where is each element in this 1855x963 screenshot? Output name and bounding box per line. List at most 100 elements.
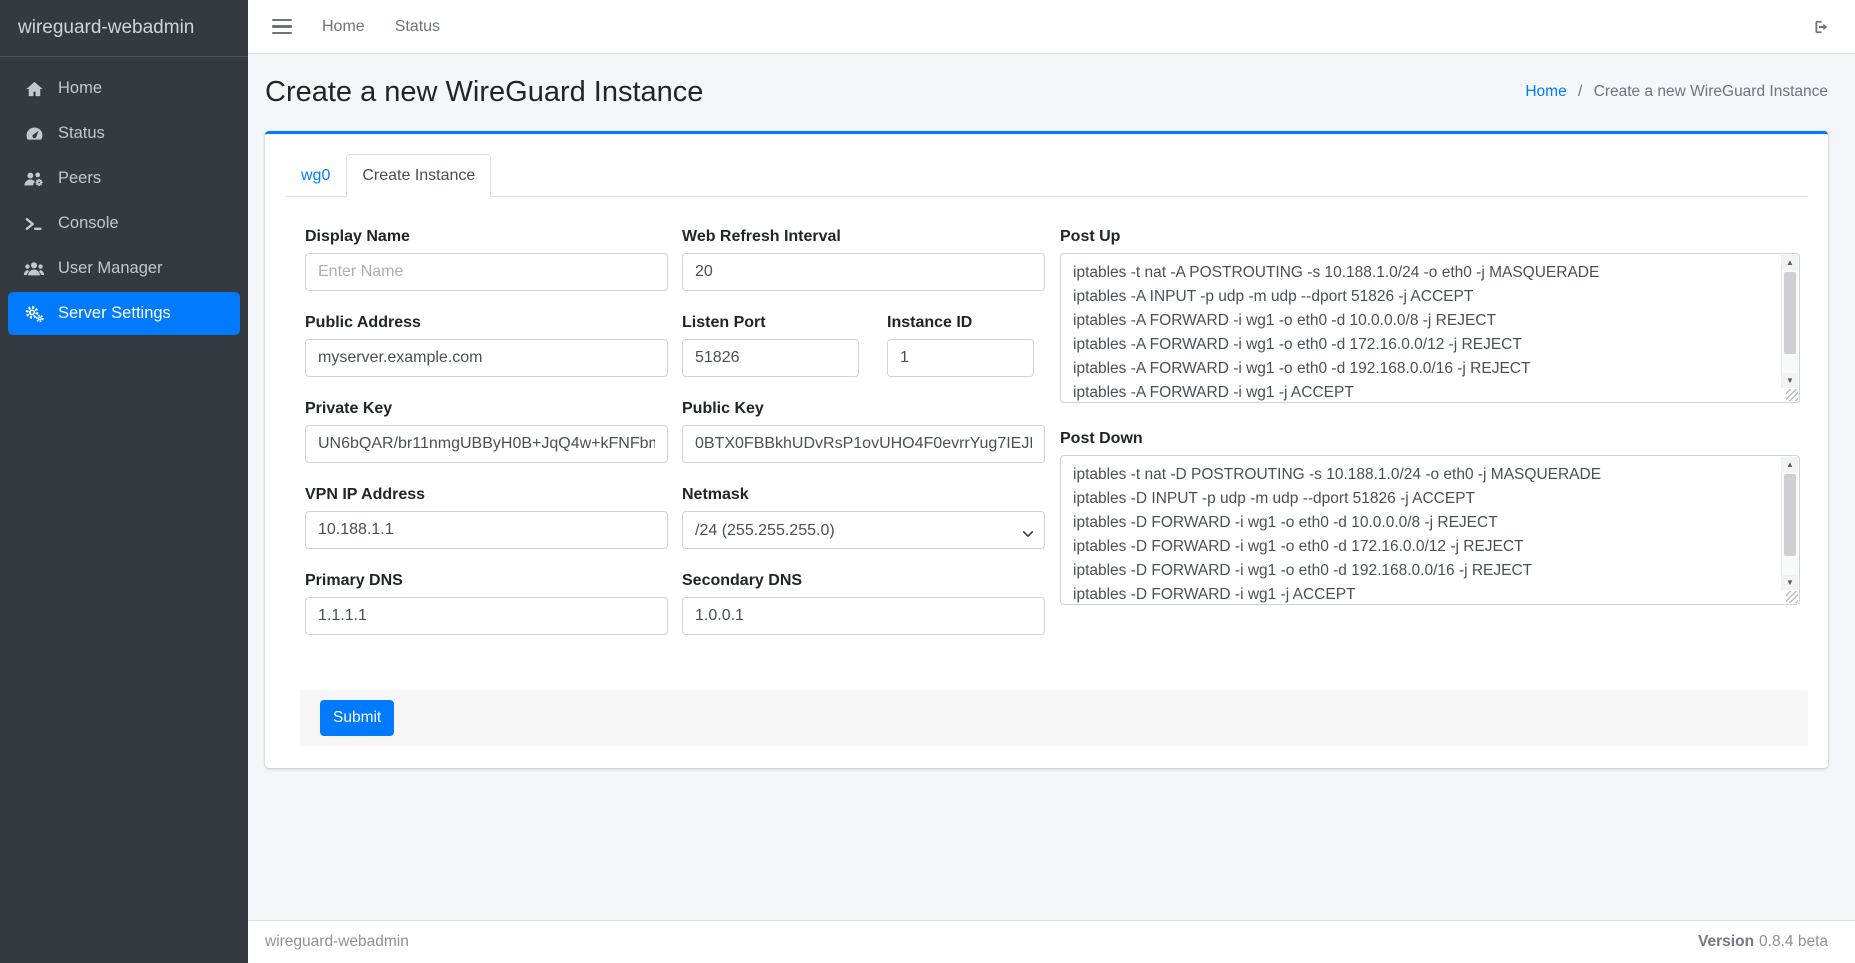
public-address-label: Public Address xyxy=(305,313,668,332)
footer-version-value: 0.8.4 beta xyxy=(1759,933,1828,951)
secondary-dns-label: Secondary DNS xyxy=(682,571,1045,590)
scrollbar-thumb[interactable] xyxy=(1784,474,1796,556)
page-footer: wireguard-webadmin Version 0.8.4 beta xyxy=(248,920,1855,963)
netmask-label: Netmask xyxy=(682,485,1045,504)
left-form-columns: Display Name Web Refresh Interval Public… xyxy=(305,227,1045,657)
breadcrumb-separator: / xyxy=(1578,83,1582,100)
private-key-label: Private Key xyxy=(305,399,668,418)
instance-tabs: wg0 Create Instance xyxy=(285,154,1808,197)
page-header: Create a new WireGuard Instance Home / C… xyxy=(265,68,1828,116)
private-key-group: Private Key xyxy=(305,399,668,463)
instance-card: wg0 Create Instance Display Name Web Ref… xyxy=(265,131,1828,768)
tab-create-instance[interactable]: Create Instance xyxy=(346,154,491,197)
public-key-input[interactable] xyxy=(682,425,1045,463)
instance-form: Display Name Web Refresh Interval Public… xyxy=(285,197,1808,657)
primary-dns-label: Primary DNS xyxy=(305,571,668,590)
post-down-wrap: iptables -t nat -D POSTROUTING -s 10.188… xyxy=(1060,455,1800,605)
sidebar: wireguard-webadmin Home Status Peers Con… xyxy=(0,0,248,963)
web-refresh-group: Web Refresh Interval xyxy=(682,227,1045,291)
primary-dns-group: Primary DNS xyxy=(305,571,668,635)
post-up-wrap: iptables -t nat -A POSTROUTING -s 10.188… xyxy=(1060,253,1800,403)
post-down-textarea[interactable]: iptables -t nat -D POSTROUTING -s 10.188… xyxy=(1061,456,1780,604)
sidebar-item-label: Home xyxy=(58,79,102,98)
listen-port-group: Listen Port xyxy=(682,313,859,377)
cogs-icon xyxy=(22,304,46,324)
sidebar-item-label: Console xyxy=(58,214,119,233)
resize-grip-icon[interactable] xyxy=(1786,389,1798,401)
sign-out-icon[interactable] xyxy=(1812,17,1834,37)
scroll-down-arrow-icon[interactable]: ▼ xyxy=(1782,575,1798,590)
sidebar-item-home[interactable]: Home xyxy=(8,67,240,110)
primary-dns-input[interactable] xyxy=(305,597,668,635)
scroll-down-arrow-icon[interactable]: ▼ xyxy=(1782,373,1798,388)
terminal-icon xyxy=(22,214,46,234)
public-key-label: Public Key xyxy=(682,399,1045,418)
top-navbar: Home Status xyxy=(248,0,1855,54)
public-address-input[interactable] xyxy=(305,339,668,377)
breadcrumb-home-link[interactable]: Home xyxy=(1525,83,1566,100)
card-body: wg0 Create Instance Display Name Web Ref… xyxy=(265,134,1828,768)
instance-id-group: Instance ID xyxy=(887,313,1034,377)
post-up-group: Post Up iptables -t nat -A POSTROUTING -… xyxy=(1060,227,1800,403)
listen-port-input[interactable] xyxy=(682,339,859,377)
web-refresh-input[interactable] xyxy=(682,253,1045,291)
breadcrumb: Home / Create a new WireGuard Instance xyxy=(1525,83,1828,101)
post-up-scrollbar[interactable]: ▲ ▼ xyxy=(1781,255,1798,388)
right-form-column: Post Up iptables -t nat -A POSTROUTING -… xyxy=(1060,227,1800,657)
sidebar-item-peers[interactable]: Peers xyxy=(8,157,240,200)
post-up-label: Post Up xyxy=(1060,227,1800,246)
scroll-up-arrow-icon[interactable]: ▲ xyxy=(1782,457,1798,472)
instance-id-input[interactable] xyxy=(887,339,1034,377)
sidebar-item-status[interactable]: Status xyxy=(8,112,240,155)
brand-title[interactable]: wireguard-webadmin xyxy=(0,0,248,57)
submit-button[interactable]: Submit xyxy=(320,700,394,736)
vpn-ip-group: VPN IP Address xyxy=(305,485,668,549)
display-name-label: Display Name xyxy=(305,227,668,246)
post-down-label: Post Down xyxy=(1060,429,1800,448)
sidebar-item-label: User Manager xyxy=(58,259,163,278)
port-instance-row: Listen Port Instance ID xyxy=(682,313,1045,377)
topnav-link-home[interactable]: Home xyxy=(322,18,365,36)
content-wrapper: Create a new WireGuard Instance Home / C… xyxy=(248,54,1855,920)
public-key-group: Public Key xyxy=(682,399,1045,463)
home-icon xyxy=(22,79,46,99)
post-down-group: Post Down iptables -t nat -D POSTROUTING… xyxy=(1060,429,1800,605)
page-title: Create a new WireGuard Instance xyxy=(265,76,703,109)
instance-id-label: Instance ID xyxy=(887,313,1034,332)
sidebar-item-user-manager[interactable]: User Manager xyxy=(8,247,240,290)
vpn-ip-input[interactable] xyxy=(305,511,668,549)
topnav-link-status[interactable]: Status xyxy=(395,18,440,36)
sidebar-item-server-settings[interactable]: Server Settings xyxy=(8,292,240,335)
display-name-group: Display Name xyxy=(305,227,668,291)
sidebar-item-console[interactable]: Console xyxy=(8,202,240,245)
form-footer-strip: Submit xyxy=(300,690,1808,746)
display-name-input[interactable] xyxy=(305,253,668,291)
sidebar-menu: Home Status Peers Console User Manager xyxy=(0,57,248,345)
users-icon xyxy=(22,259,46,279)
secondary-dns-input[interactable] xyxy=(682,597,1045,635)
footer-version-label: Version xyxy=(1698,933,1754,951)
listen-port-label: Listen Port xyxy=(682,313,859,332)
private-key-input[interactable] xyxy=(305,425,668,463)
scrollbar-thumb[interactable] xyxy=(1784,272,1796,354)
netmask-select[interactable]: /24 (255.255.255.0) xyxy=(682,511,1045,549)
vpn-ip-label: VPN IP Address xyxy=(305,485,668,504)
footer-app-name: wireguard-webadmin xyxy=(265,933,409,951)
post-down-scrollbar[interactable]: ▲ ▼ xyxy=(1781,457,1798,590)
gauge-icon xyxy=(22,124,46,144)
resize-grip-icon[interactable] xyxy=(1786,591,1798,603)
sidebar-item-label: Status xyxy=(58,124,105,143)
public-address-group: Public Address xyxy=(305,313,668,377)
sidebar-toggle-icon[interactable] xyxy=(272,19,292,35)
web-refresh-label: Web Refresh Interval xyxy=(682,227,1045,246)
tab-wg0[interactable]: wg0 xyxy=(285,154,346,197)
sidebar-item-label: Server Settings xyxy=(58,304,171,323)
main-area: Home Status Create a new WireGuard Insta… xyxy=(248,0,1855,963)
breadcrumb-current: Create a new WireGuard Instance xyxy=(1594,83,1828,100)
post-up-textarea[interactable]: iptables -t nat -A POSTROUTING -s 10.188… xyxy=(1061,254,1780,402)
sidebar-item-label: Peers xyxy=(58,169,101,188)
netmask-group: Netmask /24 (255.255.255.0) xyxy=(682,485,1045,549)
scroll-up-arrow-icon[interactable]: ▲ xyxy=(1782,255,1798,270)
secondary-dns-group: Secondary DNS xyxy=(682,571,1045,635)
users-gear-icon xyxy=(22,169,46,189)
